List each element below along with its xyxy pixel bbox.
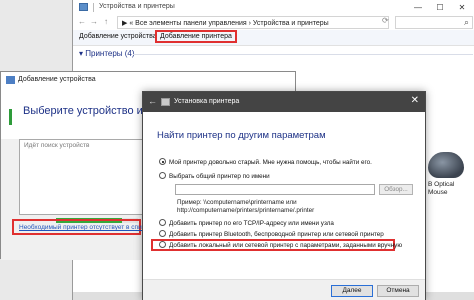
printers-group-header[interactable]: ▾ Принтеры (4) [79, 49, 135, 58]
radio-local-manual[interactable] [159, 241, 166, 248]
searching-text: Идёт поиск устройств [24, 142, 90, 149]
browse-button[interactable]: Обзор... [379, 184, 413, 195]
path-example: Пример: \\computername\printername или h… [177, 199, 314, 214]
command-bar: Добавление устройства Добавление принтер… [73, 30, 474, 46]
dialog-heading: Найти принтер по другим параметрам [157, 130, 326, 141]
device-icon [6, 76, 15, 84]
path-example-line1: Пример: \\computername\printername или [177, 199, 297, 206]
up-arrow-icon[interactable]: ↑ [104, 17, 108, 26]
path-example-line2: http://computername/printers/printername… [177, 206, 315, 214]
not-listed-highlight: Необходимый принтер отсутствует в списке [12, 219, 152, 235]
explorer-titlebar: Устройства и принтеры — ☐ ✕ [73, 0, 474, 15]
search-icon[interactable]: ⌕ [464, 17, 469, 28]
option-tcp-ip[interactable]: Добавить принтер по его TCP/IP-адресу ил… [159, 219, 334, 227]
option-bluetooth-wireless[interactable]: Добавить принтер Bluetooth, беспроводной… [159, 230, 384, 238]
radio-old-printer[interactable] [159, 158, 166, 165]
titlebar-separator [93, 3, 94, 12]
add-device-title: Добавление устройства [18, 76, 96, 83]
radio-bluetooth-wireless[interactable] [159, 230, 166, 237]
close-button[interactable]: ✕ [451, 0, 473, 15]
device-list[interactable]: Идёт поиск устройств [19, 139, 145, 215]
option-local-manual[interactable]: Добавить локальный или сетевой принтер с… [159, 241, 402, 249]
option-label: Мой принтер довольно старый. Мне нужна п… [169, 159, 372, 166]
next-button[interactable]: Далее [331, 285, 373, 297]
option-shared-by-name[interactable]: Выбрать общий принтер по имени [159, 172, 270, 180]
address-bar[interactable]: ▶ « Все элементы панели управления › Уст… [117, 16, 389, 29]
device-label: B Optical Mouse [428, 181, 454, 197]
option-label: Выбрать общий принтер по имени [169, 173, 270, 180]
option-old-printer[interactable]: Мой принтер довольно старый. Мне нужна п… [159, 158, 372, 166]
option-label: Добавить локальный или сетевой принтер с… [169, 242, 403, 249]
add-printer-button[interactable]: Добавление принтера [155, 30, 237, 43]
breadcrumb[interactable]: ▶ « Все элементы панели управления › Уст… [122, 19, 329, 27]
back-icon[interactable]: ← [148, 96, 157, 106]
device-label-line1: B Optical [428, 181, 455, 188]
radio-shared-by-name[interactable] [159, 172, 166, 179]
option-label: Добавить принтер по его TCP/IP-адресу ил… [169, 220, 334, 227]
refresh-icon[interactable]: ⟳ [382, 16, 389, 25]
printer-not-listed-link[interactable]: Необходимый принтер отсутствует в списке [19, 224, 152, 231]
minimize-button[interactable]: — [407, 0, 429, 15]
explorer-title: Устройства и принтеры [99, 3, 175, 10]
accent-bar [9, 109, 12, 125]
search-input[interactable]: ⌕ [395, 16, 473, 29]
folder-icon [79, 3, 88, 11]
option-label: Добавить принтер Bluetooth, беспроводной… [169, 231, 384, 238]
shared-printer-name-input[interactable] [175, 184, 375, 195]
device-label-line2: Mouse [428, 189, 448, 196]
add-device-titlebar: Добавление устройства [1, 72, 295, 89]
forward-arrow-icon[interactable]: → [90, 17, 98, 26]
printer-icon [161, 98, 170, 106]
dialog-footer: Далее Отмена [143, 279, 425, 300]
dialog-titlebar: ← Установка принтера ✕ [143, 92, 425, 112]
back-arrow-icon[interactable]: ← [78, 17, 86, 26]
radio-tcp-ip[interactable] [159, 219, 166, 226]
address-bar-row: ← → ↑ ▶ « Все элементы панели управления… [73, 15, 474, 30]
dialog-title: Установка принтера [174, 98, 240, 105]
add-printer-dialog: ← Установка принтера ✕ Найти принтер по … [142, 91, 426, 300]
maximize-button[interactable]: ☐ [429, 0, 451, 15]
add-device-button[interactable]: Добавление устройства [79, 33, 157, 40]
optical-mouse-icon[interactable] [428, 152, 464, 178]
close-icon[interactable]: ✕ [411, 95, 419, 106]
group-divider [133, 54, 473, 55]
cancel-button[interactable]: Отмена [377, 285, 419, 297]
